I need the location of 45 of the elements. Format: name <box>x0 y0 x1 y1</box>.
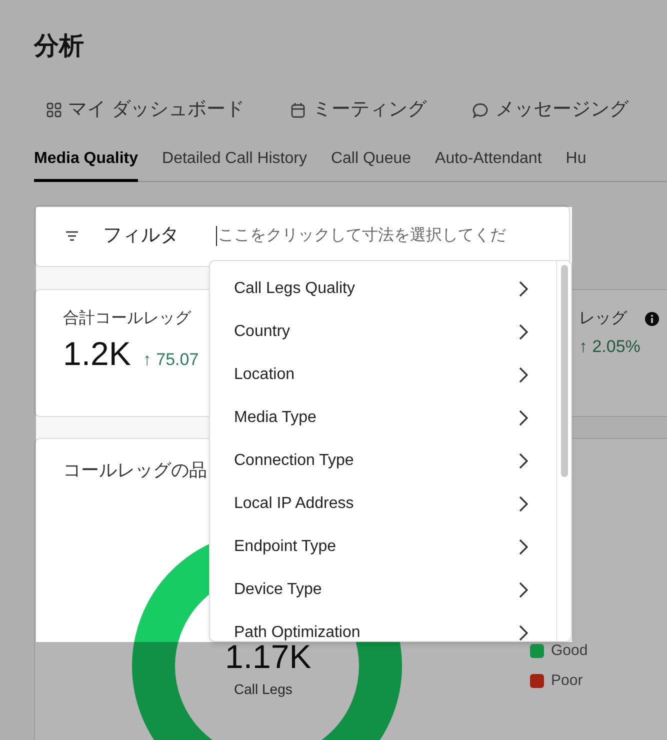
tab[interactable]: Auto-Attendant <box>435 146 542 182</box>
menu-item[interactable]: Connection Type <box>210 439 556 482</box>
chevron-right-icon <box>519 324 528 340</box>
tab[interactable]: Detailed Call History <box>162 146 307 182</box>
stat-value: 1.2K <box>63 334 131 374</box>
nav-link[interactable]: ミーティング <box>290 98 426 122</box>
menu-item[interactable]: Media Type <box>210 396 556 439</box>
menu-item[interactable]: Location <box>210 353 556 396</box>
menu-item[interactable]: Path Optimization <box>210 611 556 641</box>
calendar-icon <box>290 102 306 118</box>
chevron-right-icon <box>519 624 528 640</box>
chat-bubble-icon <box>472 102 490 118</box>
menu-item[interactable]: Country <box>210 310 556 353</box>
text-cursor <box>216 226 217 246</box>
filter-label: フィルタ <box>103 224 179 248</box>
tab[interactable]: Call Queue <box>330 146 412 182</box>
stat-title: レッグ <box>579 309 627 329</box>
menu-item[interactable]: Local IP Address <box>210 482 556 525</box>
legend-label: Good <box>551 642 588 660</box>
nav-link[interactable]: メッセージング <box>472 98 628 122</box>
stat-change: ↑ 2.05% <box>579 336 640 358</box>
grid-icon <box>46 102 62 118</box>
chevron-right-icon <box>519 452 528 468</box>
chart-title: コールレッグの品 <box>63 459 207 482</box>
filter-icon[interactable] <box>65 230 79 242</box>
tab[interactable]: Hu <box>566 146 586 182</box>
page-title: 分析 <box>34 31 84 62</box>
menu-item[interactable]: Endpoint Type <box>210 525 556 568</box>
chevron-right-icon <box>519 410 528 426</box>
dimension-search-field[interactable]: ここをクリックして寸法を選択してくだ <box>218 224 538 248</box>
donut-center-label: Call Legs <box>234 680 292 699</box>
chevron-right-icon <box>519 582 528 598</box>
menu-item[interactable]: Device Type <box>210 568 556 611</box>
info-icon[interactable] <box>645 312 659 326</box>
chevron-right-icon <box>519 496 528 512</box>
chevron-right-icon <box>519 280 528 296</box>
chevron-right-icon <box>519 366 528 382</box>
chevron-right-icon <box>519 538 528 554</box>
menu-item[interactable]: Call Legs Quality <box>210 267 556 310</box>
tab[interactable]: Media Quality <box>34 146 138 182</box>
stat-title: 合計コールレッグ <box>63 308 191 329</box>
nav-link[interactable]: マイ ダッシュボード <box>46 98 244 122</box>
stat-change: ↑ 75.07 <box>142 349 199 371</box>
scrollbar-thumb[interactable] <box>560 265 568 477</box>
legend-label: Poor <box>551 672 583 690</box>
